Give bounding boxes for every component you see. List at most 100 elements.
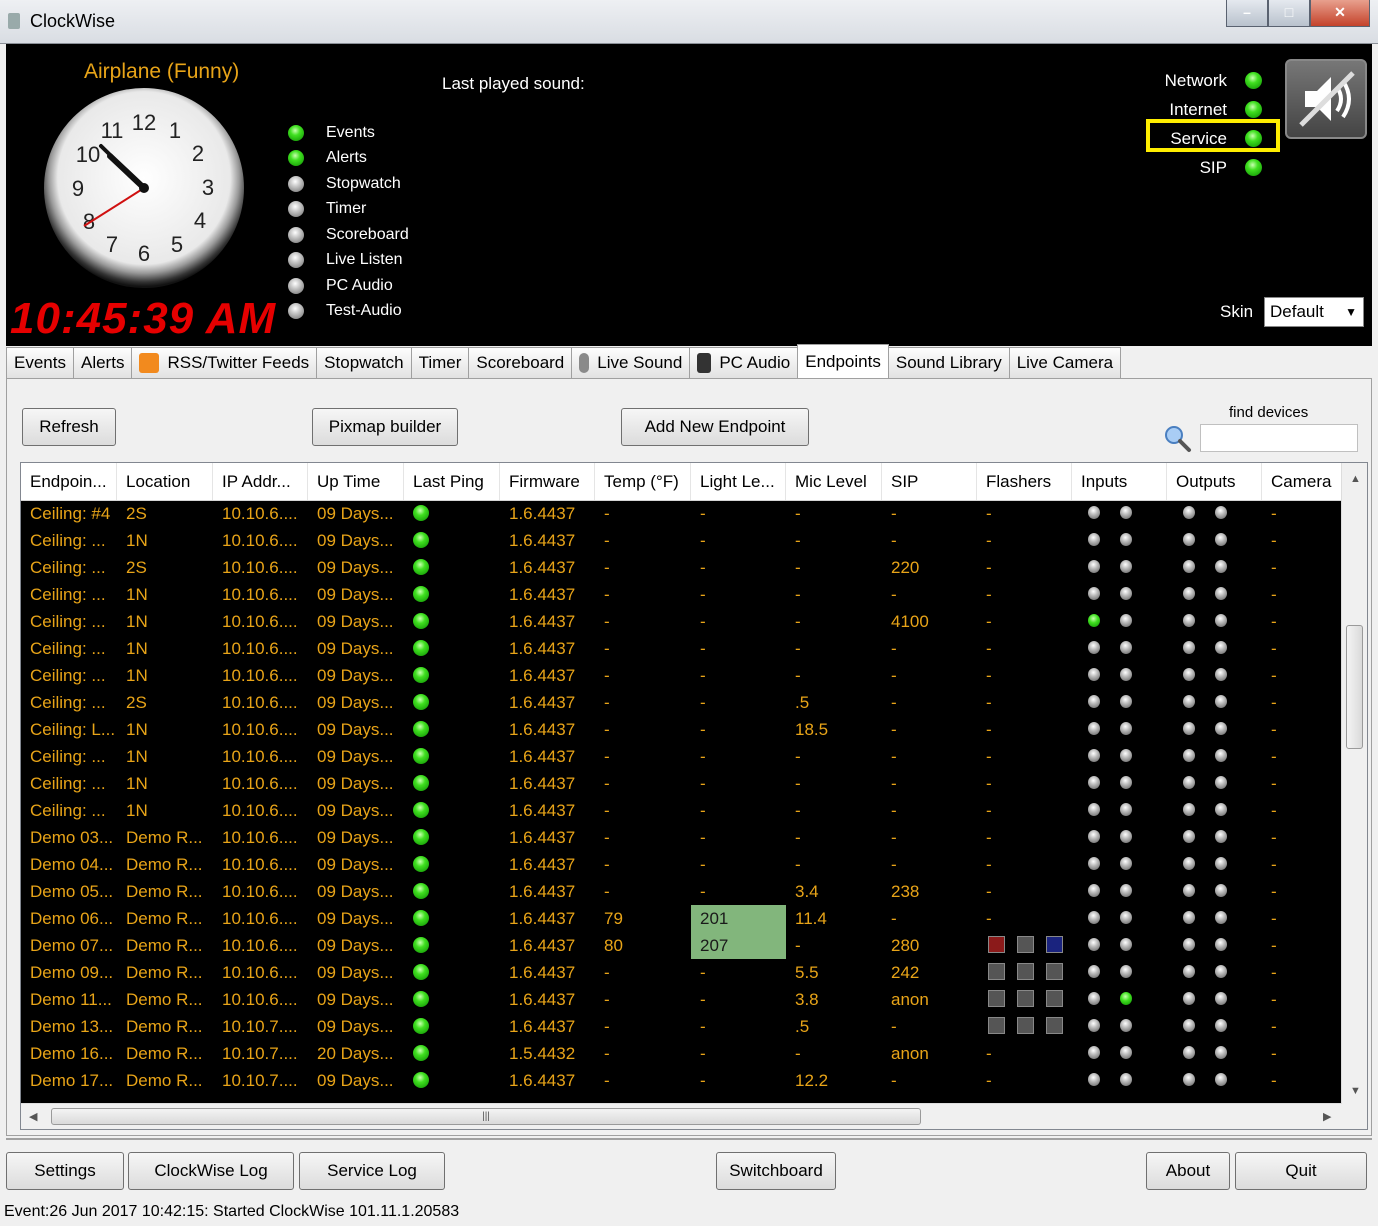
- tab-alerts[interactable]: Alerts: [72, 347, 133, 378]
- flasher-indicator[interactable]: [988, 990, 1005, 1007]
- switchboard-button[interactable]: Switchboard: [716, 1152, 836, 1190]
- skin-select[interactable]: Default ▼: [1264, 297, 1364, 327]
- table-row[interactable]: Ceiling: ... 1N 10.10.6.... 09 Days... 1.6.4…: [21, 581, 1342, 608]
- scroll-left-icon[interactable]: ◀: [29, 1110, 37, 1123]
- column-header-location[interactable]: Location: [117, 463, 213, 500]
- grid-header: Endpoin... Location IP Addr... Up Time Last …: [21, 463, 1342, 501]
- cell-flashers: -: [986, 909, 992, 928]
- cell-ip-address: 10.10.6....: [222, 531, 298, 550]
- horizontal-scroll-thumb[interactable]: |||: [51, 1108, 921, 1125]
- column-header-endpoint[interactable]: Endpoin...: [21, 463, 117, 500]
- flasher-indicator[interactable]: [1046, 990, 1063, 1007]
- ping-led-icon: [413, 883, 429, 899]
- service-log-button[interactable]: Service Log: [299, 1152, 445, 1190]
- flasher-indicator[interactable]: [1017, 990, 1034, 1007]
- close-button[interactable]: ✕: [1310, 0, 1370, 27]
- scroll-right-icon[interactable]: ▶: [1323, 1110, 1331, 1123]
- add-new-endpoint-button[interactable]: Add New Endpoint: [621, 408, 809, 446]
- cell-camera: -: [1271, 801, 1277, 820]
- table-row[interactable]: Ceiling: ... 1N 10.10.6.... 09 Days... 1.6.4…: [21, 527, 1342, 554]
- column-header-camera[interactable]: Camera: [1262, 463, 1342, 500]
- table-row[interactable]: Demo 16... Demo R... 10.10.7.... 20 Days...…: [21, 1040, 1342, 1067]
- flasher-indicator[interactable]: [988, 963, 1005, 980]
- pixmap-builder-button[interactable]: Pixmap builder: [312, 408, 458, 446]
- column-header-ip-address[interactable]: IP Addr...: [213, 463, 308, 500]
- tab-live-camera[interactable]: Live Camera: [1008, 347, 1122, 378]
- table-row[interactable]: Ceiling: L... 1N 10.10.6.... 09 Days... 1.6.…: [21, 716, 1342, 743]
- vertical-scroll-thumb[interactable]: [1346, 625, 1363, 749]
- cell-up-time: 09 Days...: [317, 747, 394, 766]
- flasher-indicator[interactable]: [1017, 1017, 1034, 1034]
- column-header-last-ping[interactable]: Last Ping: [404, 463, 500, 500]
- table-row[interactable]: Ceiling: ... 2S 10.10.6.... 09 Days... 1.6.4…: [21, 689, 1342, 716]
- cell-ip-address: 10.10.6....: [222, 909, 298, 928]
- ping-led-icon: [413, 1072, 429, 1088]
- column-header-outputs[interactable]: Outputs: [1167, 463, 1262, 500]
- table-row[interactable]: Demo 11... Demo R... 10.10.6.... 09 Days...…: [21, 986, 1342, 1013]
- table-row[interactable]: Demo 17... Demo R... 10.10.7.... 09 Days...…: [21, 1067, 1342, 1094]
- vertical-scrollbar[interactable]: ▲ ▼: [1341, 463, 1367, 1104]
- settings-button[interactable]: Settings: [6, 1152, 124, 1190]
- flasher-indicator[interactable]: [1046, 936, 1063, 953]
- table-row[interactable]: Demo 05... Demo R... 10.10.6.... 09 Days...…: [21, 878, 1342, 905]
- tab-timer[interactable]: Timer: [410, 347, 470, 378]
- tab-scoreboard[interactable]: Scoreboard: [468, 347, 573, 378]
- table-row[interactable]: Ceiling: ... 1N 10.10.6.... 09 Days... 1.6.4…: [21, 608, 1342, 635]
- refresh-button[interactable]: Refresh: [22, 408, 116, 446]
- ping-led-icon: [413, 829, 429, 845]
- input-led-icon: [1088, 560, 1100, 573]
- find-devices-input[interactable]: [1200, 424, 1358, 452]
- column-header-up-time[interactable]: Up Time: [308, 463, 404, 500]
- cell-location: Demo R...: [126, 1071, 203, 1090]
- clockwise-log-button[interactable]: ClockWise Log: [128, 1152, 294, 1190]
- column-header-mic-level[interactable]: Mic Level: [786, 463, 882, 500]
- table-row[interactable]: Demo 13... Demo R... 10.10.7.... 09 Days...…: [21, 1013, 1342, 1040]
- flasher-indicator[interactable]: [988, 1017, 1005, 1034]
- table-row[interactable]: Demo 09... Demo R... 10.10.6.... 09 Days...…: [21, 959, 1342, 986]
- table-row[interactable]: Ceiling: ... 1N 10.10.6.... 09 Days... 1.6.4…: [21, 797, 1342, 824]
- tab-stopwatch[interactable]: Stopwatch: [316, 347, 412, 378]
- table-row[interactable]: Ceiling: #4 2S 10.10.6.... 09 Days... 1.6.44…: [21, 500, 1342, 527]
- flasher-indicator[interactable]: [1046, 963, 1063, 980]
- maximize-button[interactable]: □: [1268, 0, 1310, 27]
- flasher-indicator[interactable]: [988, 936, 1005, 953]
- column-header-flashers[interactable]: Flashers: [977, 463, 1072, 500]
- mute-button[interactable]: [1285, 59, 1367, 139]
- cell-temp: -: [604, 531, 610, 550]
- cell-temp: -: [604, 693, 610, 712]
- column-header-light-level[interactable]: Light Le...: [691, 463, 786, 500]
- table-row[interactable]: Demo 07... Demo R... 10.10.6.... 09 Days...…: [21, 932, 1342, 959]
- last-played-label: Last played sound:: [442, 74, 585, 93]
- table-row[interactable]: Ceiling: ... 1N 10.10.6.... 09 Days... 1.6.4…: [21, 635, 1342, 662]
- table-row[interactable]: Ceiling: ... 1N 10.10.6.... 09 Days... 1.6.4…: [21, 662, 1342, 689]
- about-button[interactable]: About: [1146, 1152, 1230, 1190]
- tab-live-sound[interactable]: Live Sound: [571, 347, 691, 378]
- table-row[interactable]: Ceiling: ... 1N 10.10.6.... 09 Days... 1.6.4…: [21, 770, 1342, 797]
- column-header-firmware[interactable]: Firmware: [500, 463, 595, 500]
- tab-pc-audio[interactable]: PC Audio: [689, 347, 799, 378]
- table-row[interactable]: Demo 04... Demo R... 10.10.6.... 09 Days...…: [21, 851, 1342, 878]
- column-header-temp[interactable]: Temp (°F): [595, 463, 691, 500]
- scroll-down-icon[interactable]: ▼: [1350, 1085, 1361, 1097]
- input-led-icon: [1120, 911, 1132, 924]
- minimize-button[interactable]: –: [1226, 0, 1268, 27]
- column-header-inputs[interactable]: Inputs: [1072, 463, 1167, 500]
- scroll-corner: [1342, 1104, 1367, 1129]
- tab-sound-library[interactable]: Sound Library: [887, 347, 1010, 378]
- flasher-indicator[interactable]: [1017, 936, 1034, 953]
- input-led-icon: [1088, 641, 1100, 654]
- flasher-indicator[interactable]: [1046, 1017, 1063, 1034]
- table-row[interactable]: Demo 06... Demo R... 10.10.6.... 09 Days...…: [21, 905, 1342, 932]
- column-header-sip[interactable]: SIP: [882, 463, 977, 500]
- tab-events[interactable]: Events: [6, 347, 74, 378]
- horizontal-scrollbar[interactable]: ◀ ||| ▶: [21, 1103, 1342, 1129]
- table-row[interactable]: Demo 03... Demo R... 10.10.6.... 09 Days...…: [21, 824, 1342, 851]
- table-row[interactable]: Ceiling: ... 2S 10.10.6.... 09 Days... 1.6.4…: [21, 554, 1342, 581]
- flasher-indicator[interactable]: [1017, 963, 1034, 980]
- scroll-up-icon[interactable]: ▲: [1350, 473, 1361, 485]
- cell-firmware: 1.6.4437: [509, 1071, 576, 1090]
- quit-button[interactable]: Quit: [1235, 1152, 1367, 1190]
- tab-rss-twitter-feeds[interactable]: RSS/Twitter Feeds: [131, 347, 318, 378]
- tab-endpoints[interactable]: Endpoints: [797, 344, 889, 378]
- table-row[interactable]: Ceiling: ... 1N 10.10.6.... 09 Days... 1.6.4…: [21, 743, 1342, 770]
